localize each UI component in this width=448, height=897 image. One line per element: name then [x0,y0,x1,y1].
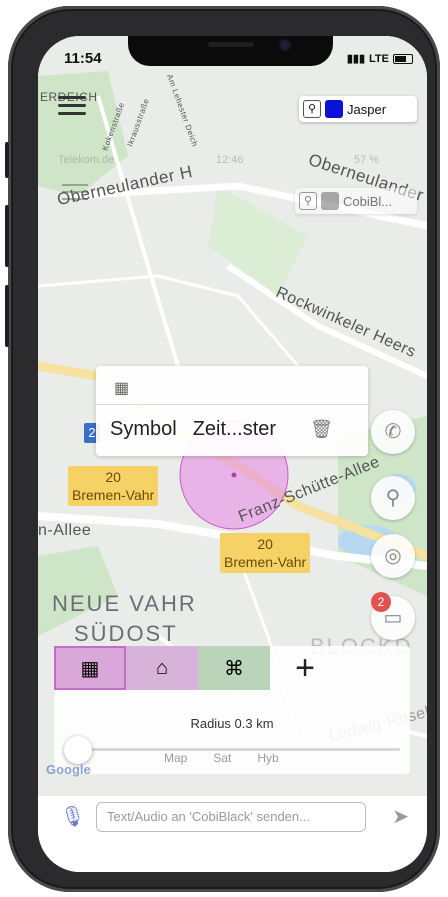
time-button[interactable]: Zeit...ster [193,418,276,441]
volume-down-button [5,285,9,347]
maptype-hyb[interactable]: Hyb [257,751,278,765]
microphone-icon[interactable]: 🎙 [60,804,85,829]
person-icon: ⚲ [299,192,317,210]
location-person-icon[interactable]: ⚲ [371,476,415,520]
street-label: n-Allee [38,522,92,539]
screen: 11:54 ▮▮▮ LTE Oberneulander H Oberneulan… [38,36,427,872]
phone-forward-icon[interactable]: ✆ [371,410,415,454]
user-color-swatch [321,192,339,210]
maptype-map[interactable]: Map [164,751,187,765]
user-color-swatch [325,100,343,118]
category-house-icon[interactable]: ⌂ [126,646,198,690]
trash-icon[interactable]: 🗑 [310,419,333,440]
send-icon[interactable]: ➤ [392,804,409,829]
radius-text: Radius 0.3 km [190,716,274,731]
add-category-button[interactable]: + [270,646,340,690]
status-indicators: ▮▮▮ LTE [347,52,413,65]
message-input[interactable]: Text/Audio an 'CobiBlack' senden... [96,802,366,832]
office-building-icon: ▦ [114,380,130,397]
category-24h-store-icon[interactable]: ⌘ [198,646,270,690]
hamburger-menu-icon[interactable] [58,96,86,118]
district-label: NEUE VAHR [52,591,197,616]
sign-name: Bremen-Vahr [72,487,155,503]
status-time: 11:54 [64,50,102,67]
sign-number: 20 [257,536,273,552]
volume-up-button [5,205,9,267]
category-office-building-icon[interactable]: ▦ [54,646,126,690]
person-icon: ⚲ [303,100,321,118]
user-name: CobiBl... [343,193,393,209]
ghost-battery: 57 % [354,154,380,166]
battery-icon [393,53,413,64]
district-label: SÜDOST [74,621,178,646]
ghost-time: 12:46 [216,154,244,166]
notification-badge: 2 [371,592,391,612]
user-chip-jasper[interactable]: ⚲ Jasper [299,96,417,122]
symbol-button[interactable]: Symbol [110,418,177,441]
maptype-sat[interactable]: Sat [213,751,231,765]
sign-number: 20 [105,469,121,485]
user-chip-cobiblack[interactable]: ⚲ CobiBl... [295,188,417,214]
signal-icon: ▮▮▮ [346,53,366,65]
ghost-menu-icon [62,184,88,206]
poi-popup: ▦ Symbol Zeit...ster 🗑 [96,366,368,456]
sign-name: Bremen-Vahr [224,554,307,570]
radius-sheet: ▦ ⌂ ⌘ + Radius 0.3 km Map Sat Hyb [54,646,410,774]
divider [96,404,368,405]
ghost-carrier: Telekom.de [58,154,115,166]
message-input-bar: 🎙 Text/Audio an 'CobiBlack' senden... ➤ [38,796,427,872]
notch [128,36,333,66]
radius-slider-knob[interactable] [64,736,92,764]
user-name: Jasper [347,101,387,117]
location-pin-icon[interactable]: ◎ [371,534,415,578]
network-type: LTE [369,52,389,65]
mute-switch [5,142,9,178]
highway-sign: 20 Bremen-Vahr [220,533,311,573]
highway-sign: 20 Bremen-Vahr [68,466,159,506]
google-logo: Google [46,762,91,777]
